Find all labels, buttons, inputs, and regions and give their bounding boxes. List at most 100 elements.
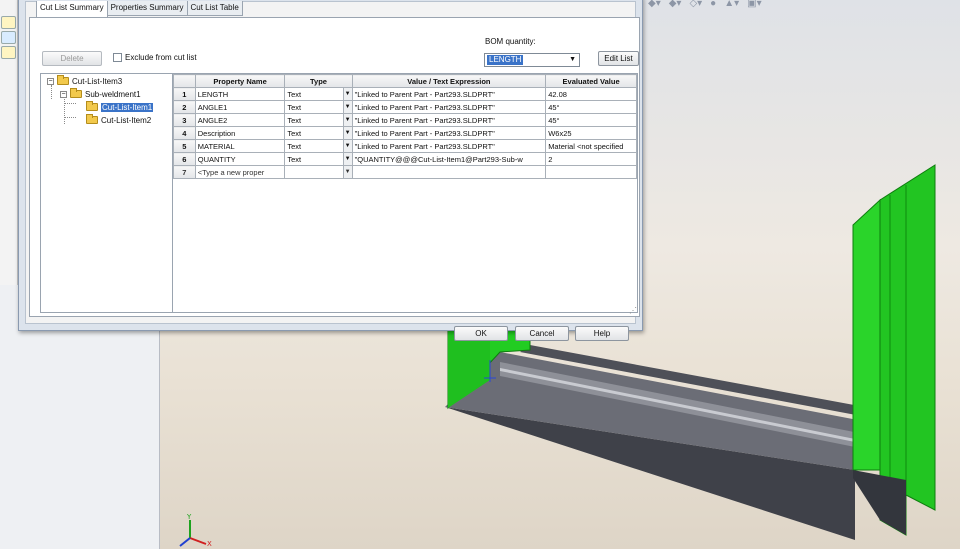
delete-button[interactable]: Delete — [42, 51, 102, 66]
cancel-button[interactable]: Cancel — [515, 326, 569, 341]
row-number: 2 — [173, 100, 196, 114]
property-name-cell[interactable]: <Type a new proper — [194, 165, 286, 179]
evaluated-value-cell[interactable]: 45° — [545, 100, 637, 114]
row-number: 4 — [173, 126, 196, 140]
property-name-cell-text: ANGLE1 — [197, 102, 228, 112]
tab-property-manager[interactable] — [1, 46, 16, 59]
value-expression-cell[interactable] — [351, 165, 547, 179]
properties-grid[interactable]: Property Name Type Value / Text Expressi… — [172, 73, 638, 313]
table-row[interactable]: 5 MATERIAL Text ▼ "Linked to Parent Part - P… — [173, 139, 637, 153]
evaluated-value-cell[interactable]: 42.08 — [545, 87, 637, 101]
right-upright-base — [853, 470, 906, 535]
table-row[interactable]: 1 LENGTH Text ▼ "Linked to Parent Part - Par… — [173, 87, 637, 101]
edit-list-button[interactable]: Edit List — [598, 51, 639, 66]
type-cell-text: Text — [287, 141, 302, 151]
tab-feature-tree[interactable] — [1, 16, 16, 29]
scene-icon[interactable]: ▲▾ — [724, 0, 739, 10]
tab-cut-list-table[interactable]: Cut List Table — [186, 1, 243, 16]
tab-properties-summary[interactable]: Properties Summary — [106, 1, 188, 16]
folder-icon — [70, 88, 82, 98]
type-cell[interactable]: Text ▼ — [284, 139, 353, 153]
row-number: 5 — [173, 139, 196, 153]
tab-cut-list-summary[interactable]: Cut List Summary — [36, 1, 108, 17]
header-evaluated-value[interactable]: Evaluated Value — [545, 74, 637, 88]
tree-item-cut-list-item1[interactable]: Cut-List-Item1 — [86, 101, 154, 113]
property-name-cell[interactable]: ANGLE2 — [194, 113, 286, 127]
property-name-cell[interactable]: ANGLE1 — [194, 100, 286, 114]
tree-item-cut-list-item3[interactable]: − Cut-List-Item3 — [47, 75, 122, 87]
type-cell[interactable]: ▼ — [284, 165, 353, 179]
collapse-icon[interactable]: − — [60, 90, 67, 98]
bom-quantity-label: BOM quantity: — [485, 37, 536, 46]
appearance-icon[interactable]: ● — [710, 0, 716, 10]
type-cell-text: Text — [287, 128, 302, 138]
table-row[interactable]: 6 QUANTITY Text ▼ "QUANTITY@@@Cut-List-Item1… — [173, 152, 637, 166]
chevron-down-icon[interactable]: ▼ — [342, 166, 352, 178]
header-type[interactable]: Type — [284, 74, 353, 88]
row-number-text: 3 — [182, 115, 187, 125]
value-expression-cell[interactable]: "Linked to Parent Part - Part293.SLDPRT" — [351, 113, 547, 127]
table-row[interactable]: 3 ANGLE2 Text ▼ "Linked to Parent Part - Par… — [173, 113, 637, 127]
table-row[interactable]: 7 <Type a new proper ▼ — [173, 165, 637, 179]
folder-icon — [86, 114, 98, 124]
bom-quantity-select[interactable]: LENGTH ▼ — [484, 53, 580, 67]
help-button[interactable]: Help — [575, 326, 629, 341]
tree-item-sub-weldment1[interactable]: − Sub-weldment1 — [60, 88, 141, 100]
display-style-icon[interactable]: ◆▾ — [669, 0, 682, 10]
type-cell[interactable]: Text ▼ — [284, 100, 353, 114]
cut-list-tree[interactable]: − Cut-List-Item3 − Sub-weldment1 Cut-Lis… — [40, 73, 173, 313]
property-name-cell[interactable]: MATERIAL — [194, 139, 286, 153]
type-cell[interactable]: Text ▼ — [284, 87, 353, 101]
chevron-down-icon[interactable]: ▼ — [342, 101, 352, 113]
type-cell[interactable]: Text ▼ — [284, 152, 353, 166]
tree-item-label: Cut-List-Item3 — [72, 76, 123, 86]
value-expression-cell[interactable]: "QUANTITY@@@Cut-List-Item1@Part293-Sub-w — [351, 152, 547, 166]
row-number: 1 — [173, 87, 196, 101]
row-number-text: 6 — [182, 154, 187, 164]
property-name-cell[interactable]: LENGTH — [194, 87, 286, 101]
property-name-cell-text: ANGLE2 — [197, 115, 228, 125]
value-expression-cell-text: "Linked to Parent Part - Part293.SLDPRT" — [354, 115, 495, 125]
evaluated-value-cell-text: Material <not specified — [548, 141, 624, 151]
chevron-down-icon[interactable]: ▼ — [342, 140, 352, 152]
header-property-name[interactable]: Property Name — [194, 74, 286, 88]
view-orientation-icon[interactable]: ◆▾ — [648, 0, 661, 10]
chevron-down-icon[interactable]: ▼ — [342, 153, 352, 165]
view-settings-icon[interactable]: ▣▾ — [747, 0, 761, 10]
type-cell-text: Text — [287, 154, 302, 164]
value-expression-cell[interactable]: "Linked to Parent Part - Part293.SLDPRT" — [351, 100, 547, 114]
value-expression-cell[interactable]: "Linked to Parent Part - Part293.SLDPRT" — [351, 87, 547, 101]
chevron-down-icon[interactable]: ▼ — [342, 114, 352, 126]
evaluated-value-cell[interactable] — [545, 165, 637, 179]
filter-icon[interactable] — [1, 31, 16, 44]
chevron-down-icon[interactable]: ▼ — [342, 88, 352, 100]
evaluated-value-cell[interactable]: 2 — [545, 152, 637, 166]
triad-x-label: X — [207, 540, 212, 548]
row-number-text: 1 — [182, 89, 187, 99]
evaluated-value-cell-text: 42.08 — [548, 89, 567, 99]
table-row[interactable]: 4 Description Text ▼ "Linked to Parent Part … — [173, 126, 637, 140]
table-row[interactable]: 2 ANGLE1 Text ▼ "Linked to Parent Part - Par… — [173, 100, 637, 114]
value-expression-cell-text: "Linked to Parent Part - Part293.SLDPRT" — [354, 89, 495, 99]
property-name-cell[interactable]: QUANTITY — [194, 152, 286, 166]
evaluated-value-cell[interactable]: W6x25 — [545, 126, 637, 140]
value-expression-cell[interactable]: "Linked to Parent Part - Part293.SLDPRT" — [351, 126, 547, 140]
ok-button[interactable]: OK — [454, 326, 508, 341]
property-name-cell[interactable]: Description — [194, 126, 286, 140]
hide-show-icon[interactable]: ◇▾ — [689, 0, 702, 10]
chevron-down-icon[interactable]: ▼ — [342, 127, 352, 139]
type-cell[interactable]: Text ▼ — [284, 126, 353, 140]
evaluated-value-cell[interactable]: Material <not specified — [545, 139, 637, 153]
cut-list-properties-dialog: Cut List Summary Properties Summary Cut … — [18, 0, 643, 341]
type-cell[interactable]: Text ▼ — [284, 113, 353, 127]
collapse-icon[interactable]: − — [47, 77, 54, 85]
evaluated-value-cell[interactable]: 45° — [545, 113, 637, 127]
resize-grip-icon[interactable]: ⋰ — [629, 306, 637, 315]
evaluated-value-cell-text: 45° — [548, 115, 560, 125]
row-number: 6 — [173, 152, 196, 166]
value-expression-cell[interactable]: "Linked to Parent Part - Part293.SLDPRT" — [351, 139, 547, 153]
header-value-expression[interactable]: Value / Text Expression — [351, 74, 547, 88]
type-cell-text: Text — [287, 89, 302, 99]
tree-item-cut-list-item2[interactable]: Cut-List-Item2 — [86, 114, 151, 126]
exclude-from-cut-list-checkbox[interactable] — [113, 53, 122, 62]
